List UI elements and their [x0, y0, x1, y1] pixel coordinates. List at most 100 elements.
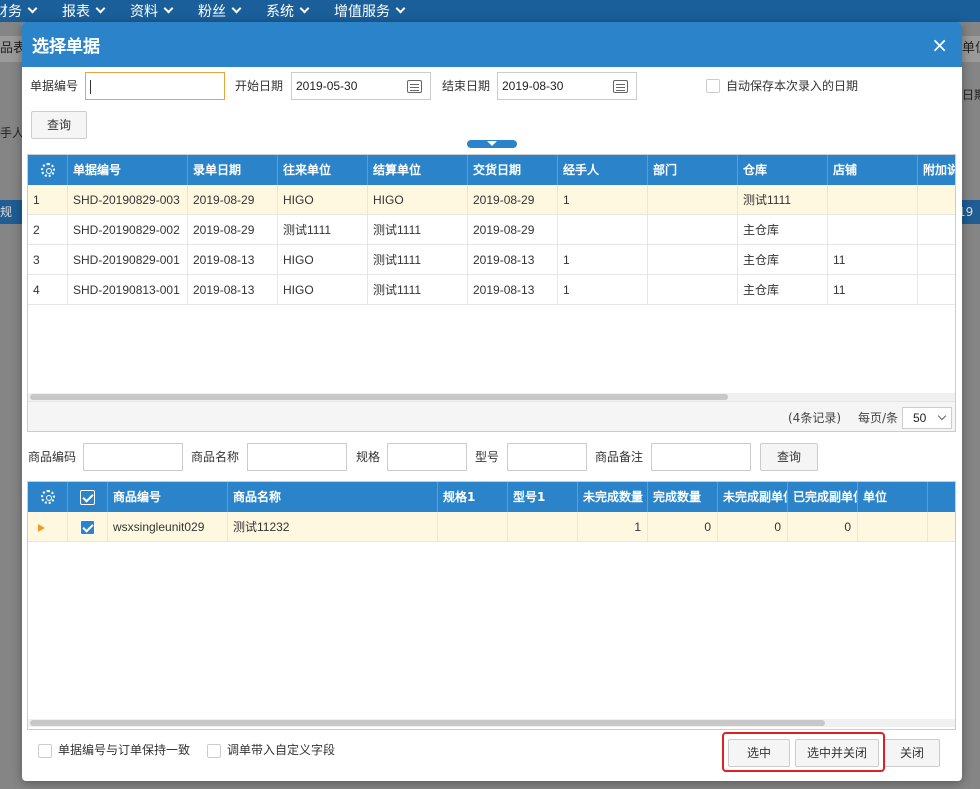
close-icon[interactable]: × [931, 35, 948, 55]
column-header[interactable]: 商品名称 [228, 482, 438, 512]
column-header[interactable]: 未完成副单位 [718, 482, 788, 512]
column-header-empty [928, 482, 955, 512]
nav-value-added[interactable]: 增值服务 [334, 1, 406, 21]
custom-field-checkbox[interactable] [207, 744, 221, 758]
column-settings[interactable] [28, 482, 68, 512]
chevron-down-icon [231, 3, 242, 14]
column-header[interactable]: 店铺 [828, 155, 918, 185]
document-grid: 单据编号 录单日期 往来单位 结算单位 交货日期 经手人 部门 仓库 店铺 附加… [27, 154, 956, 432]
column-header[interactable]: 部门 [648, 155, 738, 185]
table-cell: 主仓库 [738, 245, 828, 275]
column-header[interactable]: 附加说 [918, 155, 955, 185]
table-cell: HIGO [278, 245, 368, 275]
row-checkbox[interactable] [68, 512, 108, 542]
table-cell: 0 [718, 512, 788, 542]
scrollbar-thumb[interactable] [30, 720, 825, 726]
column-header[interactable]: 未完成数量 [578, 482, 648, 512]
background-label-left: 手人 [0, 126, 22, 140]
column-header[interactable]: 单位 [858, 482, 928, 512]
calendar-icon[interactable] [407, 80, 422, 93]
calendar-icon[interactable] [613, 80, 628, 93]
table-cell [918, 275, 955, 305]
collapse-toggle[interactable] [467, 140, 517, 148]
spec-input[interactable] [387, 443, 467, 471]
column-header[interactable]: 型号1 [508, 482, 578, 512]
start-date-label: 开始日期 [235, 79, 284, 93]
row-marker [28, 512, 68, 542]
column-header[interactable]: 往来单位 [278, 155, 368, 185]
caret-right-icon [38, 523, 45, 532]
table-row[interactable]: 2 SHD-20190829-002 2019-08-29 测试1111 测试1… [28, 215, 955, 245]
table-cell [858, 512, 928, 542]
table-cell [648, 245, 738, 275]
start-date-input[interactable]: 2019-05-30 [291, 72, 431, 100]
column-header[interactable]: 规格1 [438, 482, 508, 512]
end-date-input[interactable]: 2019-08-30 [497, 72, 637, 100]
column-header[interactable]: 已完成副单位 [788, 482, 858, 512]
column-settings[interactable] [28, 155, 68, 185]
chevron-down-icon [163, 3, 174, 14]
product-code-input[interactable] [83, 443, 183, 471]
autosave-date-checkbox[interactable] [706, 79, 720, 93]
table-row[interactable]: 4 SHD-20190813-001 2019-08-13 HIGO 测试111… [28, 275, 955, 305]
row-index: 2 [28, 215, 68, 245]
nav-data[interactable]: 资料 [130, 1, 174, 21]
table-cell [648, 215, 738, 245]
gear-icon [40, 163, 55, 177]
table-cell: 测试11232 [228, 512, 438, 542]
top-nav-bar: 财务 报表 资料 粉丝 系统 增值服务 [0, 0, 980, 22]
table-cell: 测试1111 [368, 275, 468, 305]
table-cell: HIGO [278, 185, 368, 215]
product-grid: 商品编号 商品名称 规格1 型号1 未完成数量 完成数量 未完成副单位 已完成副… [27, 481, 956, 730]
start-date-value: 2019-05-30 [296, 79, 358, 93]
model-input[interactable] [507, 443, 587, 471]
nav-finance[interactable]: 财务 [0, 1, 38, 21]
table-row[interactable]: 1 SHD-20190829-003 2019-08-29 HIGO HIGO … [28, 185, 955, 215]
scrollbar-thumb[interactable] [30, 394, 728, 400]
table-cell: 测试1111 [278, 215, 368, 245]
product-query-button[interactable]: 查询 [760, 443, 818, 471]
nav-fans[interactable]: 粉丝 [198, 1, 242, 21]
table-cell: 11 [828, 245, 918, 275]
table-row[interactable]: 3 SHD-20190829-001 2019-08-13 HIGO 测试111… [28, 245, 955, 275]
product-note-input[interactable] [651, 443, 751, 471]
query-button[interactable]: 查询 [31, 111, 87, 139]
column-header[interactable]: 结算单位 [368, 155, 468, 185]
table-cell: 1 [558, 185, 648, 215]
per-page-label: 每页/条 [858, 411, 899, 425]
close-button[interactable]: 关闭 [884, 739, 940, 767]
keep-docno-checkbox[interactable] [38, 744, 52, 758]
row-index: 4 [28, 275, 68, 305]
per-page-select[interactable]: 50 [902, 407, 952, 429]
keep-docno-label: 单据编号与订单保持一致 [58, 743, 191, 757]
column-header[interactable]: 单据编号 [68, 155, 188, 185]
nav-system[interactable]: 系统 [266, 1, 310, 21]
table-cell [648, 185, 738, 215]
column-header[interactable]: 交货日期 [468, 155, 558, 185]
nav-reports[interactable]: 报表 [62, 1, 106, 21]
table-cell: 2019-08-13 [468, 245, 558, 275]
column-header[interactable]: 仓库 [738, 155, 828, 185]
column-header[interactable]: 商品编号 [108, 482, 228, 512]
table-cell: 1 [558, 245, 648, 275]
doc-no-input[interactable] [85, 72, 225, 100]
product-code-label: 商品编码 [28, 450, 77, 464]
table-cell: 主仓库 [738, 275, 828, 305]
record-count: (4条记录) [788, 411, 841, 425]
table-cell [828, 185, 918, 215]
column-header[interactable]: 录单日期 [188, 155, 278, 185]
product-name-input[interactable] [247, 443, 347, 471]
spec-label: 规格 [356, 450, 381, 464]
chevron-down-icon [299, 3, 310, 14]
table-cell: HIGO [368, 185, 468, 215]
column-header[interactable]: 完成数量 [648, 482, 718, 512]
table-row[interactable]: wsxsingleunit029 测试11232 1 0 0 0 [28, 512, 955, 542]
pagination-bar: (4条记录) 每页/条 50 [28, 401, 955, 431]
column-header[interactable]: 经手人 [558, 155, 648, 185]
table-cell [558, 215, 648, 245]
horizontal-scrollbar[interactable] [28, 719, 955, 727]
select-all-checkbox[interactable] [68, 482, 108, 512]
horizontal-scrollbar[interactable] [28, 393, 955, 401]
chevron-down-icon [937, 411, 947, 421]
table-cell: 测试1111 [368, 245, 468, 275]
